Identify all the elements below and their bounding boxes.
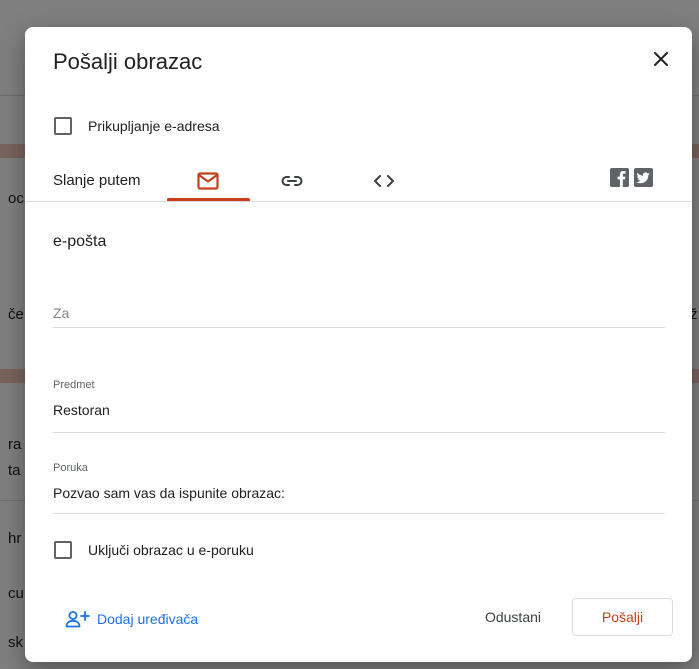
- tab-link[interactable]: [251, 160, 333, 202]
- to-field-underline: [53, 327, 665, 328]
- subject-field-underline: [53, 432, 665, 433]
- subject-input[interactable]: [53, 399, 665, 421]
- message-field-underline: [53, 513, 665, 514]
- facebook-icon: [617, 171, 626, 187]
- tabs-divider: [25, 201, 692, 202]
- add-person-icon: [65, 611, 90, 628]
- email-section-title: e-pošta: [53, 233, 107, 250]
- send-button[interactable]: Pošalji: [572, 598, 673, 636]
- email-icon: [197, 172, 219, 190]
- collect-emails-checkbox[interactable]: [54, 117, 72, 135]
- share-twitter-button[interactable]: [634, 168, 653, 187]
- link-icon: [281, 176, 303, 186]
- collect-emails-label: Prikupljanje e-adresa: [88, 118, 220, 134]
- dialog-title: Pošalji obrazac: [53, 49, 203, 74]
- send-form-dialog: Pošalji obrazac Prikupljanje e-adresa Sl…: [25, 27, 692, 662]
- send-via-label: Slanje putem: [53, 172, 141, 189]
- to-input[interactable]: [53, 302, 665, 324]
- add-editor-button[interactable]: Dodaj uređivača: [65, 610, 198, 628]
- message-label: Poruka: [53, 462, 88, 474]
- message-input[interactable]: [53, 482, 665, 504]
- share-facebook-button[interactable]: [610, 168, 629, 187]
- close-button[interactable]: [645, 43, 677, 75]
- twitter-icon: [636, 172, 650, 184]
- cancel-button[interactable]: Odustani: [463, 598, 563, 636]
- embed-code-icon: [374, 175, 394, 187]
- tab-email[interactable]: [167, 160, 249, 202]
- include-form-label: Uključi obrazac u e-poruku: [88, 542, 254, 558]
- include-form-checkbox[interactable]: [54, 541, 72, 559]
- subject-label: Predmet: [53, 379, 95, 391]
- add-editor-label: Dodaj uređivača: [97, 611, 199, 627]
- close-icon: [654, 52, 668, 66]
- tab-embed[interactable]: [343, 160, 425, 202]
